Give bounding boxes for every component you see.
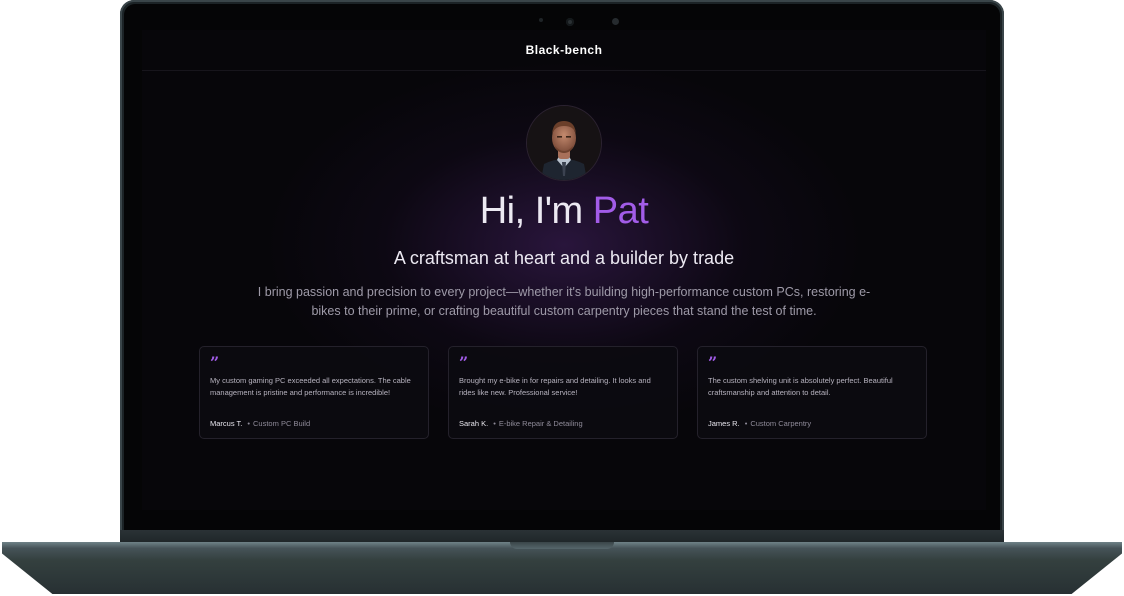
quote-icon: ” xyxy=(459,353,469,372)
hero-heading: Hi, I'm Pat xyxy=(142,190,986,233)
author-name: James R. xyxy=(708,419,740,428)
testimonial-author: Marcus T. • Custom PC Build xyxy=(210,419,311,428)
laptop-lid: Black-bench Hi, I'm Pat A craftsman at h… xyxy=(120,0,1004,532)
service-name: Custom PC Build xyxy=(253,419,311,428)
hero-name: Pat xyxy=(592,190,649,232)
hero-greeting: Hi, I'm xyxy=(479,190,593,232)
testimonial-card: ” Brought my e-bike in for repairs and d… xyxy=(448,346,678,439)
profile-avatar xyxy=(527,106,601,180)
trackpad-notch xyxy=(510,542,614,549)
service-name: E-bike Repair & Detailing xyxy=(498,419,583,428)
quote-icon: ” xyxy=(210,353,220,372)
testimonial-quote: My custom gaming PC exceeded all expecta… xyxy=(210,376,411,397)
screen-bezel: Black-bench Hi, I'm Pat A craftsman at h… xyxy=(124,4,1000,532)
sensor-dot xyxy=(612,18,619,25)
quote-icon: ” xyxy=(708,353,718,372)
laptop-base xyxy=(2,542,1122,594)
hero-bio: I bring passion and precision to every p… xyxy=(257,285,871,318)
testimonial-quote: Brought my e-bike in for repairs and det… xyxy=(459,376,651,397)
author-name: Marcus T. xyxy=(210,419,243,428)
hero-tagline: A craftsman at heart and a builder by tr… xyxy=(393,248,735,268)
camera-icon xyxy=(566,18,574,26)
author-name: Sarah K. xyxy=(459,419,489,428)
testimonial-author: James R. • Custom Carpentry xyxy=(708,419,812,428)
service-name: Custom Carpentry xyxy=(750,419,812,428)
testimonials: ” My custom gaming PC exceeded all expec… xyxy=(199,346,927,439)
sensor-dot xyxy=(539,18,543,22)
brand-logo[interactable]: Black-bench xyxy=(526,43,603,57)
website-screen: Black-bench Hi, I'm Pat A craftsman at h… xyxy=(142,30,986,510)
testimonial-card: ” The custom shelving unit is absolutely… xyxy=(697,346,927,439)
testimonial-card: ” My custom gaming PC exceeded all expec… xyxy=(199,346,429,439)
navbar: Black-bench xyxy=(142,30,986,71)
testimonial-author: Sarah K. • E-bike Repair & Detailing xyxy=(459,419,583,428)
portrait-image xyxy=(527,106,601,180)
testimonial-quote: The custom shelving unit is absolutely p… xyxy=(708,376,893,397)
